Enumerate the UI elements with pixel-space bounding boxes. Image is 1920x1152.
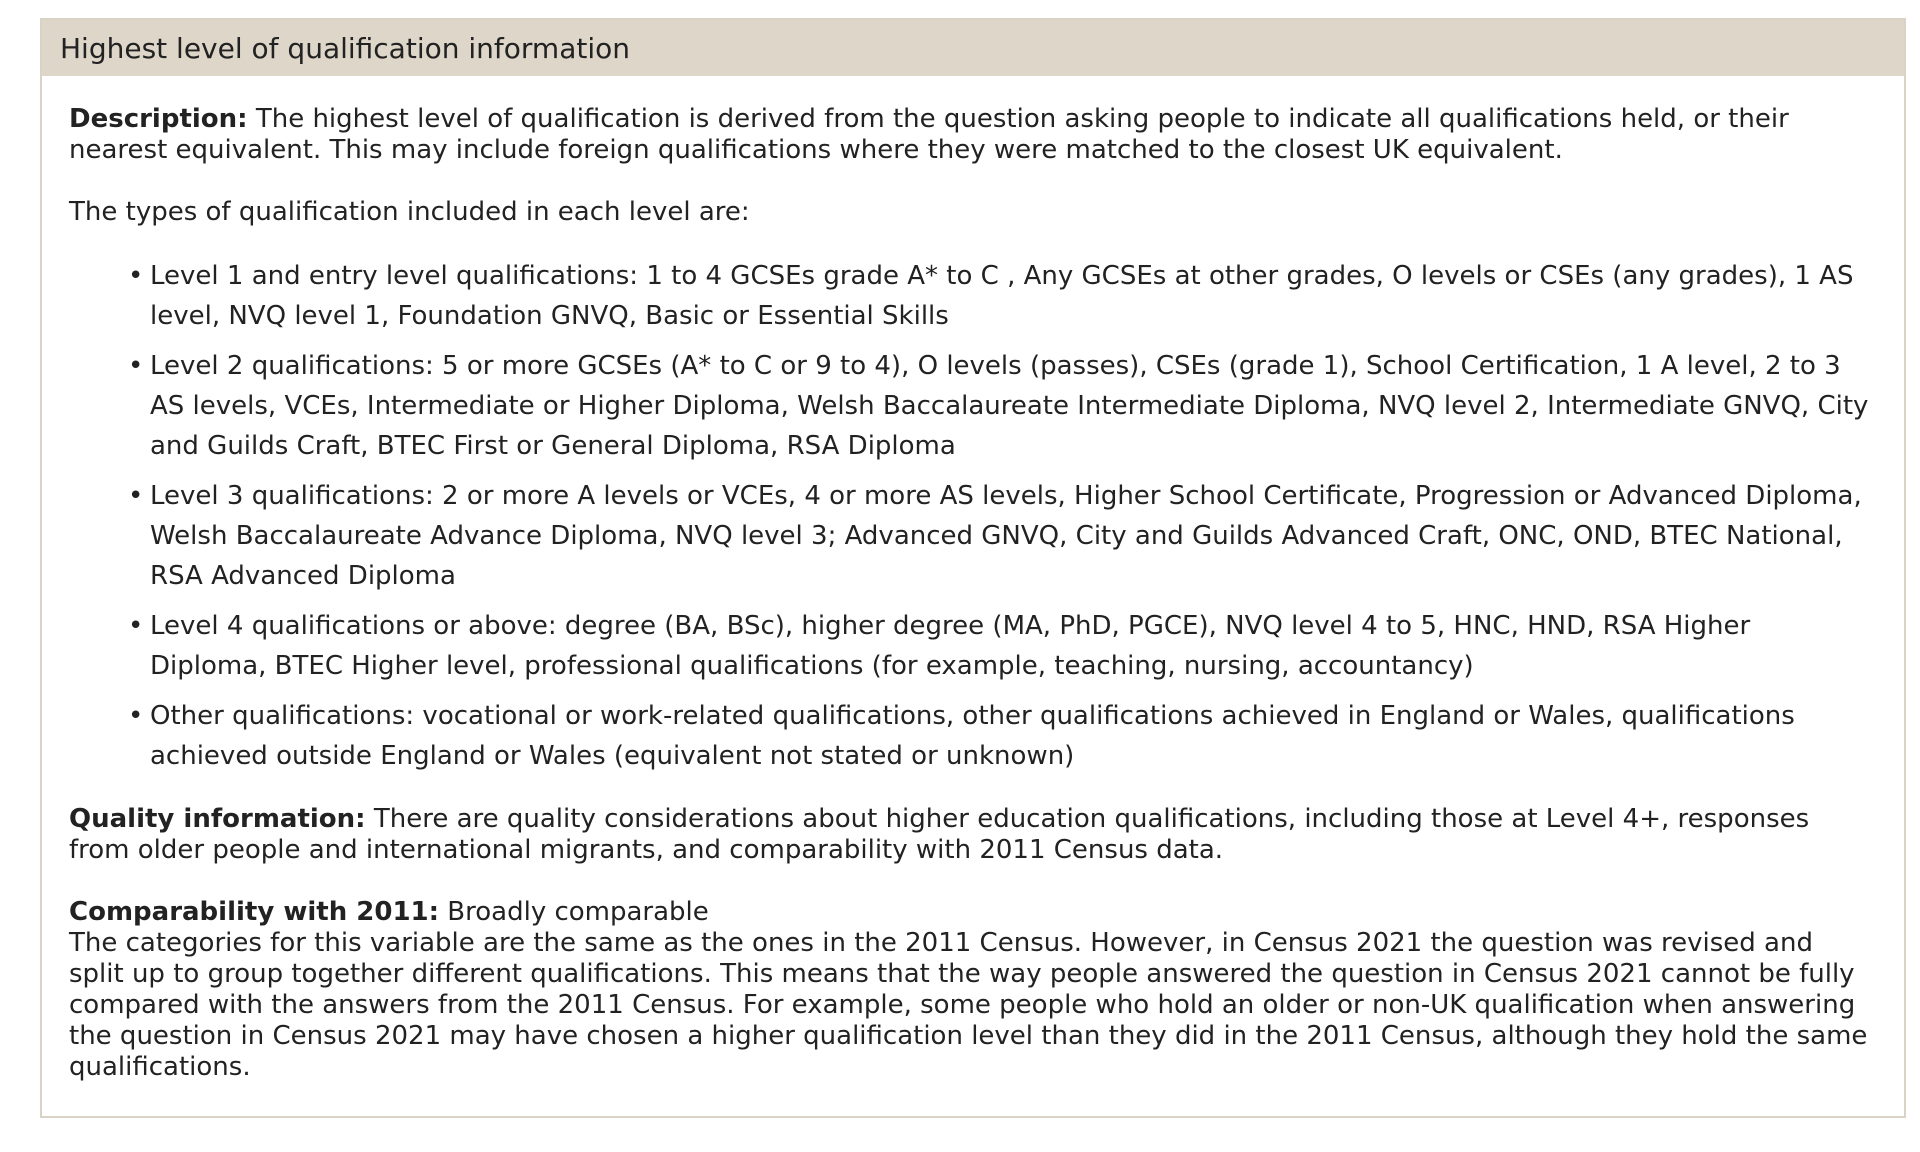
comparability-label: Comparability with 2011: xyxy=(69,897,440,927)
list-item: • Level 3 qualifications: 2 or more A lev… xyxy=(128,476,1874,596)
bullet-icon: • xyxy=(128,261,144,291)
description-text: The highest level of qualification is de… xyxy=(69,104,1789,165)
list-item: • Other qualifications: vocational or wor… xyxy=(128,696,1874,776)
qualification-levels-list: • Level 1 and entry level qualifications:… xyxy=(69,256,1874,776)
list-item-text: Level 4 qualifications or above: degree … xyxy=(150,611,1751,681)
list-item: • Level 2 qualifications: 5 or more GCSEs… xyxy=(128,346,1874,466)
levels-intro: The types of qualification included in e… xyxy=(69,197,750,227)
description-label: Description: xyxy=(69,104,248,134)
panel-body: Description: The highest level of qualif… xyxy=(42,76,1904,1083)
list-item-text: Other qualifications: vocational or work… xyxy=(150,701,1795,771)
list-item: • Level 4 qualifications or above: degree… xyxy=(128,606,1874,686)
list-item: • Level 1 and entry level qualifications:… xyxy=(128,256,1874,336)
comparability-value: Broadly comparable xyxy=(439,897,709,927)
quality-paragraph: Quality information: There are quality c… xyxy=(69,804,1874,866)
comparability-text: The categories for this variable are the… xyxy=(69,928,1868,1082)
panel-title: Highest level of qualification informati… xyxy=(60,31,630,65)
comparability-heading: Comparability with 2011: Broadly compara… xyxy=(69,897,1874,928)
panel-header: Highest level of qualification informati… xyxy=(42,20,1904,76)
list-item-text: Level 1 and entry level qualifications: … xyxy=(150,261,1854,331)
list-item-text: Level 2 qualifications: 5 or more GCSEs … xyxy=(150,351,1869,461)
bullet-icon: • xyxy=(128,701,144,731)
bullet-icon: • xyxy=(128,351,144,381)
bullet-icon: • xyxy=(128,481,144,511)
bullet-icon: • xyxy=(128,611,144,641)
quality-label: Quality information: xyxy=(69,804,366,834)
list-item-text: Level 3 qualifications: 2 or more A leve… xyxy=(150,481,1862,591)
qualification-info-panel: Highest level of qualification informati… xyxy=(40,18,1906,1118)
description-paragraph: Description: The highest level of qualif… xyxy=(69,104,1874,166)
